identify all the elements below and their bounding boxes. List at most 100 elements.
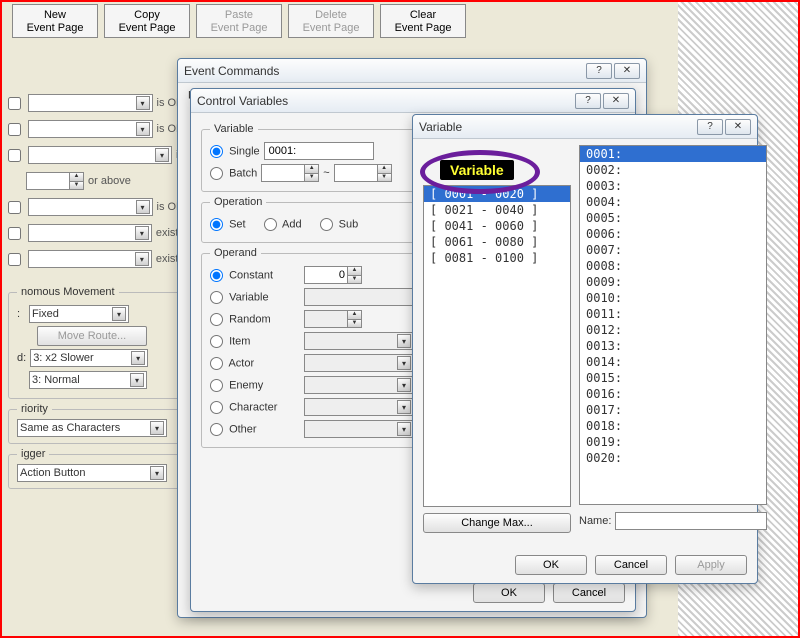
- variable-item[interactable]: 0018:: [580, 418, 766, 434]
- opd-variable-field: [304, 288, 414, 306]
- opd-constant-spinner[interactable]: ▲▼: [304, 266, 362, 284]
- batch-tilde: ~: [323, 167, 329, 179]
- new-event-page-button[interactable]: NewEvent Page: [12, 4, 98, 38]
- movement-freq-dropdown[interactable]: 3: Normal ▾: [29, 371, 147, 389]
- control-variables-ok-button[interactable]: OK: [473, 583, 545, 603]
- variable-item[interactable]: 0007:: [580, 242, 766, 258]
- variable-item[interactable]: 0008:: [580, 258, 766, 274]
- variable-list[interactable]: 0001:0002:0003:0004:0005:0006:0007:0008:…: [579, 145, 767, 505]
- variable-range-item[interactable]: [ 0061 - 0080 ]: [424, 234, 570, 250]
- cond-var-dropdown[interactable]: ▾: [28, 146, 172, 164]
- opd-actor-dropdown: ▾: [304, 354, 414, 372]
- variable-item[interactable]: 0006:: [580, 226, 766, 242]
- variable-item[interactable]: 0004:: [580, 194, 766, 210]
- variable-single-label: Single: [229, 145, 260, 157]
- control-variables-cancel-button[interactable]: Cancel: [553, 583, 625, 603]
- opd-other-dropdown: ▾: [304, 420, 414, 438]
- variable-item[interactable]: 0001:: [580, 146, 766, 162]
- clear-event-page-button[interactable]: ClearEvent Page: [380, 4, 466, 38]
- opd-variable-radio[interactable]: [210, 291, 223, 304]
- opd-constant-radio[interactable]: [210, 269, 223, 282]
- variable-picker-cancel-button[interactable]: Cancel: [595, 555, 667, 575]
- variable-picker-title: Variable: [419, 120, 462, 134]
- cond-selfswitch-check[interactable]: [8, 201, 21, 214]
- op-set-label: Set: [229, 218, 246, 230]
- movement-speed-dropdown[interactable]: 3: x2 Slower ▾: [30, 349, 148, 367]
- cond-selfswitch-dropdown[interactable]: ▾: [28, 198, 153, 216]
- variable-range-item[interactable]: [ 0041 - 0060 ]: [424, 218, 570, 234]
- cond-var-value-spinner[interactable]: ▲▼: [26, 172, 84, 190]
- cond-actor-dropdown[interactable]: ▾: [28, 250, 152, 268]
- movement-speed-label: d:: [17, 352, 26, 364]
- cond-switch1-dropdown[interactable]: ▾: [28, 94, 153, 112]
- opd-other-radio[interactable]: [210, 423, 223, 436]
- variable-range-item[interactable]: [ 0001 - 0020 ]: [424, 186, 570, 202]
- opd-random-radio[interactable]: [210, 313, 223, 326]
- variable-item[interactable]: 0009:: [580, 274, 766, 290]
- chevron-down-icon: ▾: [150, 421, 164, 435]
- op-add-radio[interactable]: [264, 218, 277, 231]
- variable-range-item[interactable]: [ 0021 - 0040 ]: [424, 202, 570, 218]
- variable-item[interactable]: 0011:: [580, 306, 766, 322]
- variable-item[interactable]: 0012:: [580, 322, 766, 338]
- op-set-radio[interactable]: [210, 218, 223, 231]
- variable-item[interactable]: 0014:: [580, 354, 766, 370]
- variable-name-label: Name:: [579, 515, 611, 527]
- variable-item[interactable]: 0017:: [580, 402, 766, 418]
- variable-item[interactable]: 0019:: [580, 434, 766, 450]
- variable-name-field[interactable]: [615, 512, 767, 530]
- cond-item-dropdown[interactable]: ▾: [28, 224, 152, 242]
- paste-event-page-button: PasteEvent Page: [196, 4, 282, 38]
- opd-enemy-radio[interactable]: [210, 379, 223, 392]
- variable-item[interactable]: 0015:: [580, 370, 766, 386]
- event-conditions-panel: ▾ is ON ▾ is ON ▾ is ▲▼ or above ▾ is ON…: [8, 58, 184, 493]
- priority-dropdown[interactable]: Same as Characters ▾: [17, 419, 167, 437]
- opd-character-radio[interactable]: [210, 401, 223, 414]
- change-max-button[interactable]: Change Max...: [423, 513, 571, 533]
- close-button[interactable]: ✕: [614, 63, 640, 79]
- variable-range-list[interactable]: [ 0001 - 0020 ][ 0021 - 0040 ][ 0041 - 0…: [423, 185, 571, 507]
- cond-actor-check[interactable]: [8, 253, 21, 266]
- variable-item[interactable]: 0013:: [580, 338, 766, 354]
- variable-batch-radio[interactable]: [210, 167, 223, 180]
- cond-switch2-check[interactable]: [8, 123, 21, 136]
- cond-switch2-dropdown[interactable]: ▾: [28, 120, 153, 138]
- variable-picker-ok-button[interactable]: OK: [515, 555, 587, 575]
- cond-var-check[interactable]: [8, 149, 21, 162]
- movement-type-dropdown[interactable]: Fixed ▾: [29, 305, 129, 323]
- opd-item-radio[interactable]: [210, 335, 223, 348]
- variable-picker-dialog: Variable ? ✕ [ 0001 - 0020 ][ 0021 - 004…: [412, 114, 758, 584]
- close-button[interactable]: ✕: [725, 119, 751, 135]
- variable-single-field[interactable]: [264, 142, 374, 160]
- variable-picker-apply-button: Apply: [675, 555, 747, 575]
- variable-batch-from-spinner[interactable]: ▲▼: [261, 164, 319, 182]
- variable-single-radio[interactable]: [210, 145, 223, 158]
- movement-legend: nomous Movement: [17, 286, 119, 298]
- variable-item[interactable]: 0003:: [580, 178, 766, 194]
- opd-actor-radio[interactable]: [210, 357, 223, 370]
- opd-other-label: Other: [229, 423, 257, 435]
- cond-switch1-check[interactable]: [8, 97, 21, 110]
- chevron-down-icon: ▾: [136, 96, 150, 110]
- variable-batch-label: Batch: [229, 167, 257, 179]
- close-button[interactable]: ✕: [603, 93, 629, 109]
- copy-event-page-button[interactable]: CopyEvent Page: [104, 4, 190, 38]
- variable-item[interactable]: 0005:: [580, 210, 766, 226]
- opd-character-label: Character: [229, 401, 277, 413]
- variable-item[interactable]: 0020:: [580, 450, 766, 466]
- operation-legend: Operation: [210, 196, 266, 208]
- op-sub-radio[interactable]: [320, 218, 333, 231]
- variable-range-item[interactable]: [ 0081 - 0100 ]: [424, 250, 570, 266]
- help-button[interactable]: ?: [575, 93, 601, 109]
- chevron-down-icon: ▾: [397, 334, 411, 348]
- help-button[interactable]: ?: [586, 63, 612, 79]
- variable-batch-to-spinner[interactable]: ▲▼: [334, 164, 392, 182]
- variable-item[interactable]: 0010:: [580, 290, 766, 306]
- variable-item[interactable]: 0002:: [580, 162, 766, 178]
- variable-item[interactable]: 0016:: [580, 386, 766, 402]
- help-button[interactable]: ?: [697, 119, 723, 135]
- control-variables-title: Control Variables: [197, 94, 288, 108]
- trigger-dropdown[interactable]: Action Button ▾: [17, 464, 167, 482]
- opd-character-dropdown: ▾: [304, 398, 414, 416]
- cond-item-check[interactable]: [8, 227, 21, 240]
